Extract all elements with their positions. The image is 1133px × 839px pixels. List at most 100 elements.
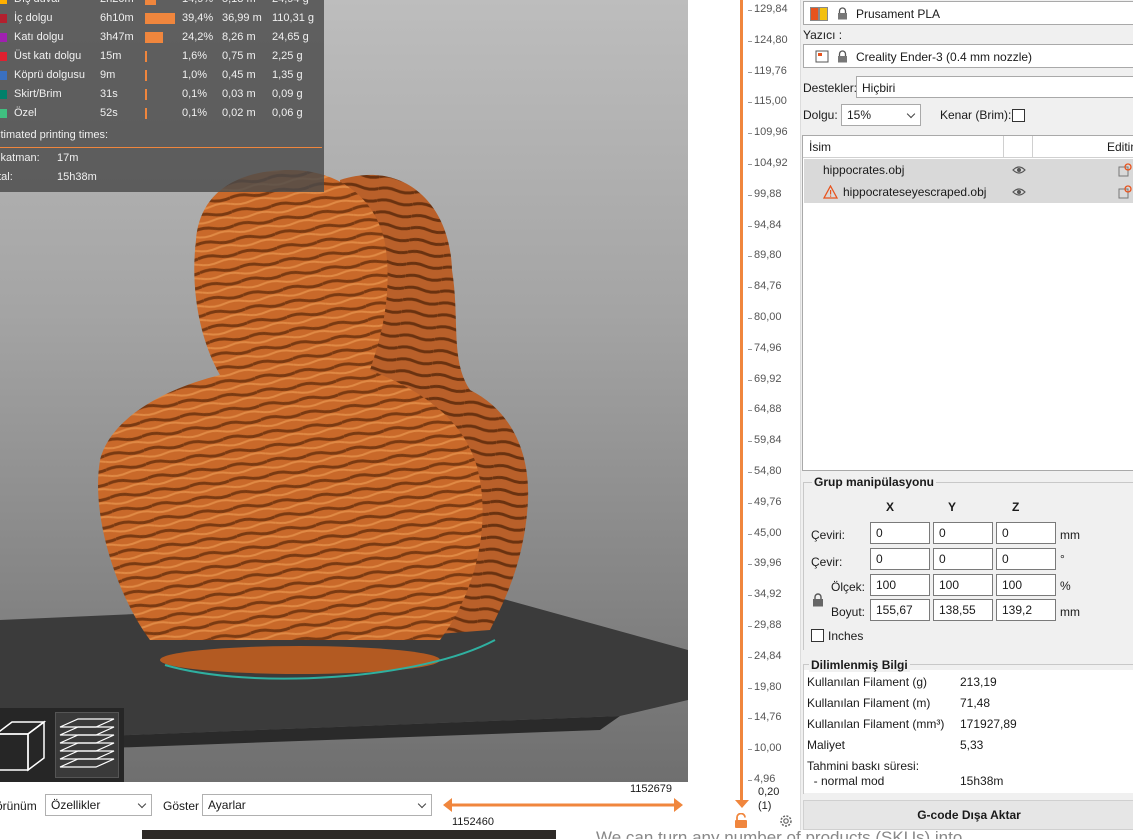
- feature-percent: 39,4%: [182, 12, 214, 24]
- 3d-viewport[interactable]: Dış duvar 2h20m 14,9% 5,18 m 24,94 g İç dolgu…: [0, 0, 688, 782]
- layer-height-tick: 129,84: [748, 3, 788, 15]
- layer-height-tick: 94,84: [748, 218, 782, 231]
- feature-time-bar: [145, 13, 175, 24]
- translate-z-input[interactable]: 0: [996, 522, 1056, 544]
- feature-weight: 0,06 g: [272, 107, 303, 119]
- layer-height-tick: 34,92: [748, 588, 782, 601]
- filament-color-swatch-2: [819, 7, 828, 21]
- view-type-select[interactable]: Özellikler: [45, 794, 152, 816]
- scale-x-input[interactable]: 100: [870, 574, 930, 596]
- feature-percent: 1,6%: [182, 50, 208, 62]
- feature-length: 0,02 m: [222, 107, 256, 119]
- feature-weight: 24,65 g: [272, 31, 309, 43]
- feature-name: İç dolgu: [14, 12, 53, 24]
- sliced-info-label: Kullanılan Filament (mm³): [807, 717, 945, 731]
- printer-label: Yazıcı :: [803, 28, 843, 42]
- 3d-view-button[interactable]: [0, 712, 52, 778]
- legend-row: İç dolgu 6h10m 39,4% 36,99 m 110,31 g: [0, 9, 324, 28]
- feature-length: 0,75 m: [222, 50, 256, 62]
- feature-percent: 0,1%: [182, 107, 208, 119]
- lock-icon[interactable]: [812, 593, 824, 607]
- brim-checkbox[interactable]: [1012, 109, 1025, 122]
- rotate-x-input[interactable]: 0: [870, 548, 930, 570]
- filament-select[interactable]: Prusament PLA: [803, 1, 1133, 25]
- scale-label: Ölçek:: [831, 580, 866, 594]
- view-type-value: Özellikler: [51, 798, 101, 812]
- axis-y-header: Y: [948, 500, 957, 514]
- scale-y-input[interactable]: 100: [933, 574, 993, 596]
- layer-height-tick: 54,80: [748, 465, 782, 477]
- feature-time-bar: [145, 0, 156, 5]
- layers-view-button[interactable]: [55, 712, 119, 778]
- sliced-info-value: 71,48: [960, 696, 991, 710]
- inches-checkbox[interactable]: [811, 629, 824, 642]
- rotate-y-input[interactable]: 0: [933, 548, 993, 570]
- column-name-header[interactable]: İsim: [809, 140, 831, 154]
- eye-icon[interactable]: [1012, 187, 1026, 197]
- view-mode-toolbar: [0, 708, 124, 782]
- feature-time: 2h20m: [100, 0, 134, 5]
- feature-length: 0,45 m: [222, 69, 256, 81]
- size-y-input[interactable]: 138,55: [933, 599, 993, 621]
- size-z-input[interactable]: 139,2: [996, 599, 1056, 621]
- layer-slider-track[interactable]: [740, 0, 743, 800]
- inches-label: Inches: [828, 629, 864, 643]
- object-list-header: İsim Editin: [803, 136, 1133, 158]
- layer-height-tick: 19,80: [748, 680, 782, 693]
- legend-row: Dış duvar 2h20m 14,9% 5,18 m 24,94 g: [0, 0, 324, 9]
- sliced-info-label: Kullanılan Filament (m): [807, 696, 931, 710]
- layer-bottom-index: (1): [758, 800, 772, 812]
- infill-select[interactable]: 15%: [841, 104, 921, 126]
- gear-icon[interactable]: [778, 813, 794, 829]
- feature-time: 31s: [100, 88, 118, 100]
- object-row[interactable]: hippocrateseyescraped.obj: [804, 181, 1133, 203]
- translate-x-input[interactable]: 0: [870, 522, 930, 544]
- translate-y-input[interactable]: 0: [933, 522, 993, 544]
- layer-height-tick: 84,76: [748, 280, 782, 293]
- feature-color-swatch: [0, 90, 7, 99]
- layer-slider-thumb[interactable]: [735, 800, 749, 808]
- edit-settings-icon[interactable]: [1118, 163, 1132, 177]
- edit-settings-icon[interactable]: [1118, 185, 1132, 199]
- rotate-unit: °: [1060, 552, 1065, 566]
- translate-label: Çeviri:: [811, 528, 846, 542]
- layer-height-tick: 29,88: [748, 619, 782, 631]
- lock-icon: [838, 7, 847, 20]
- feature-time: 3h47m: [100, 31, 134, 43]
- sliced-info-value: 213,19: [960, 675, 997, 689]
- layer-height-tick: 124,80: [748, 33, 788, 46]
- show-select[interactable]: Ayarlar: [202, 794, 432, 816]
- printer-icon: [815, 50, 829, 63]
- export-gcode-button[interactable]: G-code Dışa Aktar: [803, 800, 1133, 830]
- total-time: 15h38m: [57, 171, 97, 183]
- feature-time: 6h10m: [100, 12, 134, 24]
- group-manipulation-title: Grup manipülasyonu: [812, 475, 937, 489]
- estimated-times-title: stimated printing times:: [0, 129, 109, 141]
- lock-icon[interactable]: [734, 813, 748, 829]
- layer-height-tick: 14,76: [748, 711, 782, 724]
- move-slider-min: 1152460: [452, 816, 495, 828]
- move-slider-max: 1152679: [630, 783, 673, 795]
- feature-name: Üst katı dolgu: [14, 50, 82, 62]
- supports-select[interactable]: Hiçbiri: [856, 76, 1133, 98]
- scale-z-input[interactable]: 100: [996, 574, 1056, 596]
- move-slider[interactable]: [443, 797, 683, 813]
- feature-color-swatch: [0, 71, 7, 80]
- layers-icon: [59, 718, 115, 768]
- eye-icon[interactable]: [1012, 165, 1026, 175]
- layer-bottom-height: 0,20: [758, 786, 780, 798]
- sliced-info-title: Dilimlenmiş Bilgi: [809, 658, 910, 672]
- filament-value: Prusament PLA: [856, 7, 941, 21]
- printer-select[interactable]: Creality Ender-3 (0.4 mm nozzle): [803, 44, 1133, 68]
- object-name: hippocrates.obj: [823, 163, 905, 177]
- object-row[interactable]: hippocrates.obj: [804, 159, 1133, 181]
- rotate-z-input[interactable]: 0: [996, 548, 1056, 570]
- chevron-down-icon: [417, 799, 427, 809]
- cube-icon: [0, 720, 47, 772]
- size-x-input[interactable]: 155,67: [870, 599, 930, 621]
- column-edit-header[interactable]: Editin: [1107, 140, 1133, 154]
- filament-color-swatch: [810, 7, 819, 21]
- layer-height-tick: 69,92: [748, 372, 782, 385]
- layer-height-tick: 39,96: [748, 557, 782, 570]
- layer-height-tick: 89,80: [748, 249, 782, 262]
